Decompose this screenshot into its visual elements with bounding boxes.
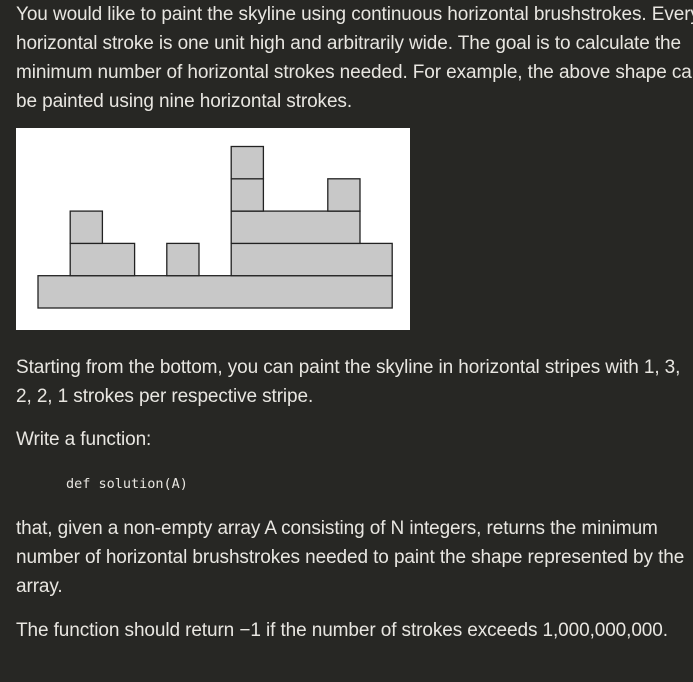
intro-paragraph: You would like to paint the skyline usin… <box>16 4 693 112</box>
stripes-paragraph: Starting from the bottom, you can paint … <box>16 357 681 407</box>
return-rule-paragraph: The function should return −1 if the num… <box>16 620 668 641</box>
skyline-stroke-row2-1 <box>69 242 136 277</box>
skyline-svg <box>37 145 393 309</box>
skyline-stroke-row3-5 <box>230 210 361 245</box>
write-function-paragraph: Write a function: <box>16 429 152 450</box>
skyline-stroke-row5-8 <box>230 145 265 180</box>
skyline-figure <box>16 128 410 330</box>
skyline-stroke-row2-3 <box>230 242 393 277</box>
skyline-stroke-row4-7 <box>327 178 361 212</box>
code-signature: def solution(A) <box>66 476 188 492</box>
skyline-stroke-row1-0 <box>37 275 393 309</box>
skyline-stroke-row3-4 <box>69 210 104 245</box>
skyline-stroke-row2-2 <box>166 242 200 277</box>
skyline-stroke-row4-6 <box>230 178 265 212</box>
description-paragraph: that, given a non-empty array A consisti… <box>16 518 685 597</box>
